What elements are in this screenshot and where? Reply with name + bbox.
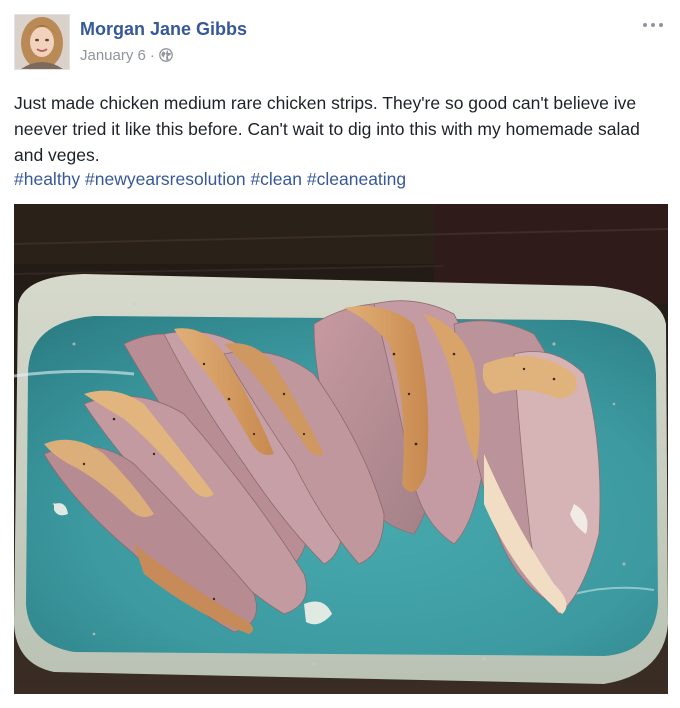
post-photo[interactable]: [14, 204, 668, 694]
post-text: Just made chicken medium rare chicken st…: [14, 93, 640, 165]
hashtag-link[interactable]: #cleaneating: [307, 169, 406, 189]
post-date-link[interactable]: January 6: [80, 47, 146, 64]
meta-separator: ·: [149, 46, 155, 64]
avatar-image: [15, 15, 69, 69]
post-meta: January 6 ·: [80, 45, 173, 65]
profile-avatar[interactable]: [14, 14, 70, 70]
hashtag-link[interactable]: #clean: [250, 169, 302, 189]
facebook-post: Morgan Jane Gibbs January 6 · Just made …: [0, 0, 680, 708]
globe-icon[interactable]: [159, 48, 173, 62]
hashtag-row: #healthy #newyearsresolution #clean #cle…: [14, 166, 406, 192]
hashtag-link[interactable]: #healthy: [14, 169, 80, 189]
hashtag-link[interactable]: #newyearsresolution: [85, 169, 246, 189]
chicken-plate-image: [14, 204, 668, 694]
more-options-icon[interactable]: [640, 16, 666, 34]
author-name-link[interactable]: Morgan Jane Gibbs: [80, 19, 247, 40]
